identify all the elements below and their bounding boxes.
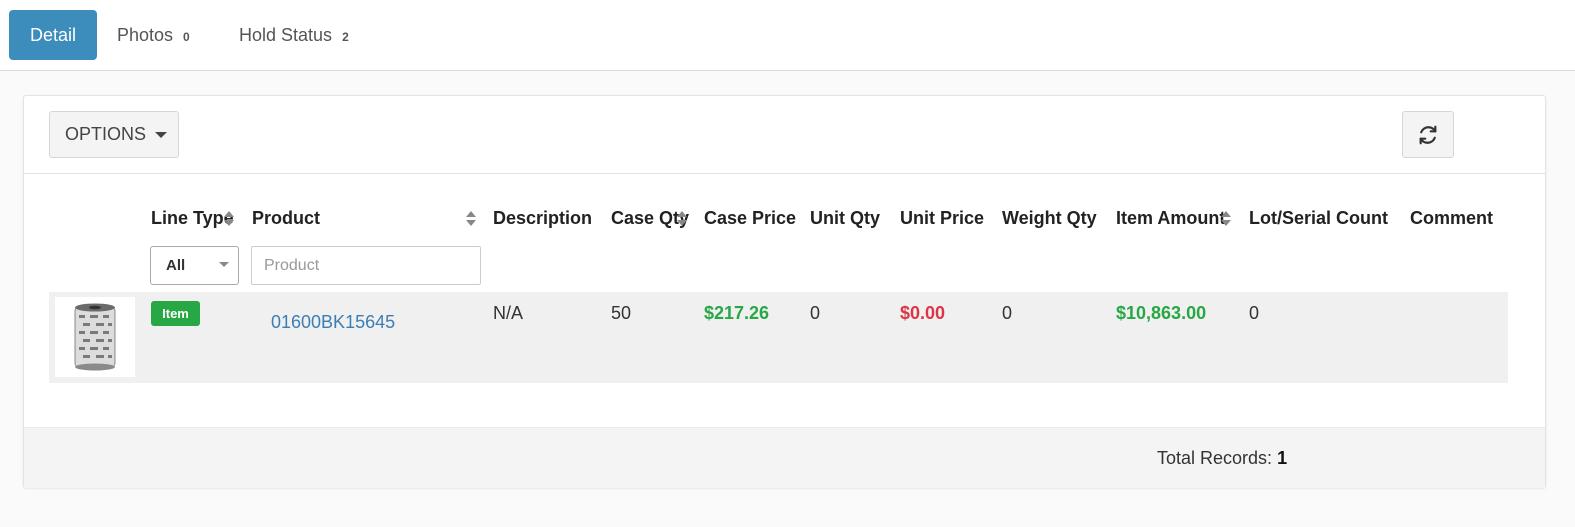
sort-icon[interactable]: [1221, 211, 1231, 227]
sort-icon[interactable]: [466, 211, 476, 227]
total-records-value: 1: [1277, 448, 1288, 468]
column-header-line-type[interactable]: Line Type: [151, 208, 234, 229]
options-label: OPTIONS: [65, 124, 147, 144]
tab-detail[interactable]: Detail: [9, 10, 97, 60]
total-records: Total Records: 1: [1157, 448, 1287, 469]
tab-hold-status-count-badge: 2: [342, 30, 349, 44]
tab-photos[interactable]: Photos 0: [117, 10, 190, 60]
column-header-comment: Comment: [1410, 208, 1494, 228]
panel-header: OPTIONS: [24, 96, 1545, 174]
sort-icon[interactable]: [677, 211, 687, 227]
tab-detail-label: Detail: [29, 24, 77, 45]
column-header-description: Description: [493, 208, 593, 228]
description-cell: N/A: [493, 303, 524, 323]
line-type-filter-value: All: [166, 257, 186, 274]
weight-qty-cell: 0: [1002, 303, 1013, 323]
case-qty-cell: 50: [611, 303, 632, 323]
options-button[interactable]: OPTIONS: [49, 111, 179, 158]
column-header-unit-price: Unit Price: [900, 208, 985, 228]
item-amount-cell: $10,863.00: [1116, 303, 1207, 323]
column-header-product[interactable]: Product: [252, 208, 320, 229]
lot-serial-count-cell: 0: [1249, 303, 1260, 323]
product-filter-input[interactable]: [251, 246, 481, 285]
panel-footer: Total Records: 1: [24, 427, 1545, 488]
unit-qty-cell: 0: [810, 303, 821, 323]
case-price-cell: $217.26: [704, 303, 770, 323]
tab-photos-label: Photos: [117, 24, 174, 45]
refresh-button[interactable]: [1402, 111, 1454, 158]
refresh-icon: [1419, 125, 1437, 144]
tab-bar: Detail Photos 0 Hold Status 2: [0, 0, 1575, 71]
chevron-down-icon: [219, 262, 229, 267]
line-type-filter-select[interactable]: All: [150, 246, 239, 285]
total-records-label: Total Records:: [1157, 448, 1273, 468]
caret-down-icon: [155, 131, 168, 138]
ribbon-roll-image: [74, 303, 116, 371]
sort-icon[interactable]: [224, 211, 234, 227]
product-link[interactable]: 01600BK15645: [271, 312, 395, 333]
column-header-unit-qty: Unit Qty: [810, 208, 880, 228]
tab-photos-count-badge: 0: [183, 30, 190, 44]
column-header-weight-qty: Weight Qty: [1002, 208, 1097, 228]
table-row[interactable]: Item 01600BK15645 N/A 50 $217.26 0 $0.00…: [49, 292, 1508, 383]
tab-hold-status[interactable]: Hold Status 2: [239, 10, 349, 60]
column-header-lot-serial-count: Lot/Serial Count: [1249, 208, 1388, 228]
tab-hold-status-label: Hold Status: [239, 24, 333, 45]
product-thumbnail[interactable]: [55, 297, 135, 377]
unit-price-cell: $0.00: [900, 303, 946, 323]
line-type-badge: Item: [151, 301, 200, 326]
column-header-case-price: Case Price: [704, 208, 797, 228]
detail-panel: OPTIONS Line Type Product Description Ca…: [23, 95, 1546, 488]
column-header-item-amount[interactable]: Item Amount: [1116, 208, 1225, 229]
